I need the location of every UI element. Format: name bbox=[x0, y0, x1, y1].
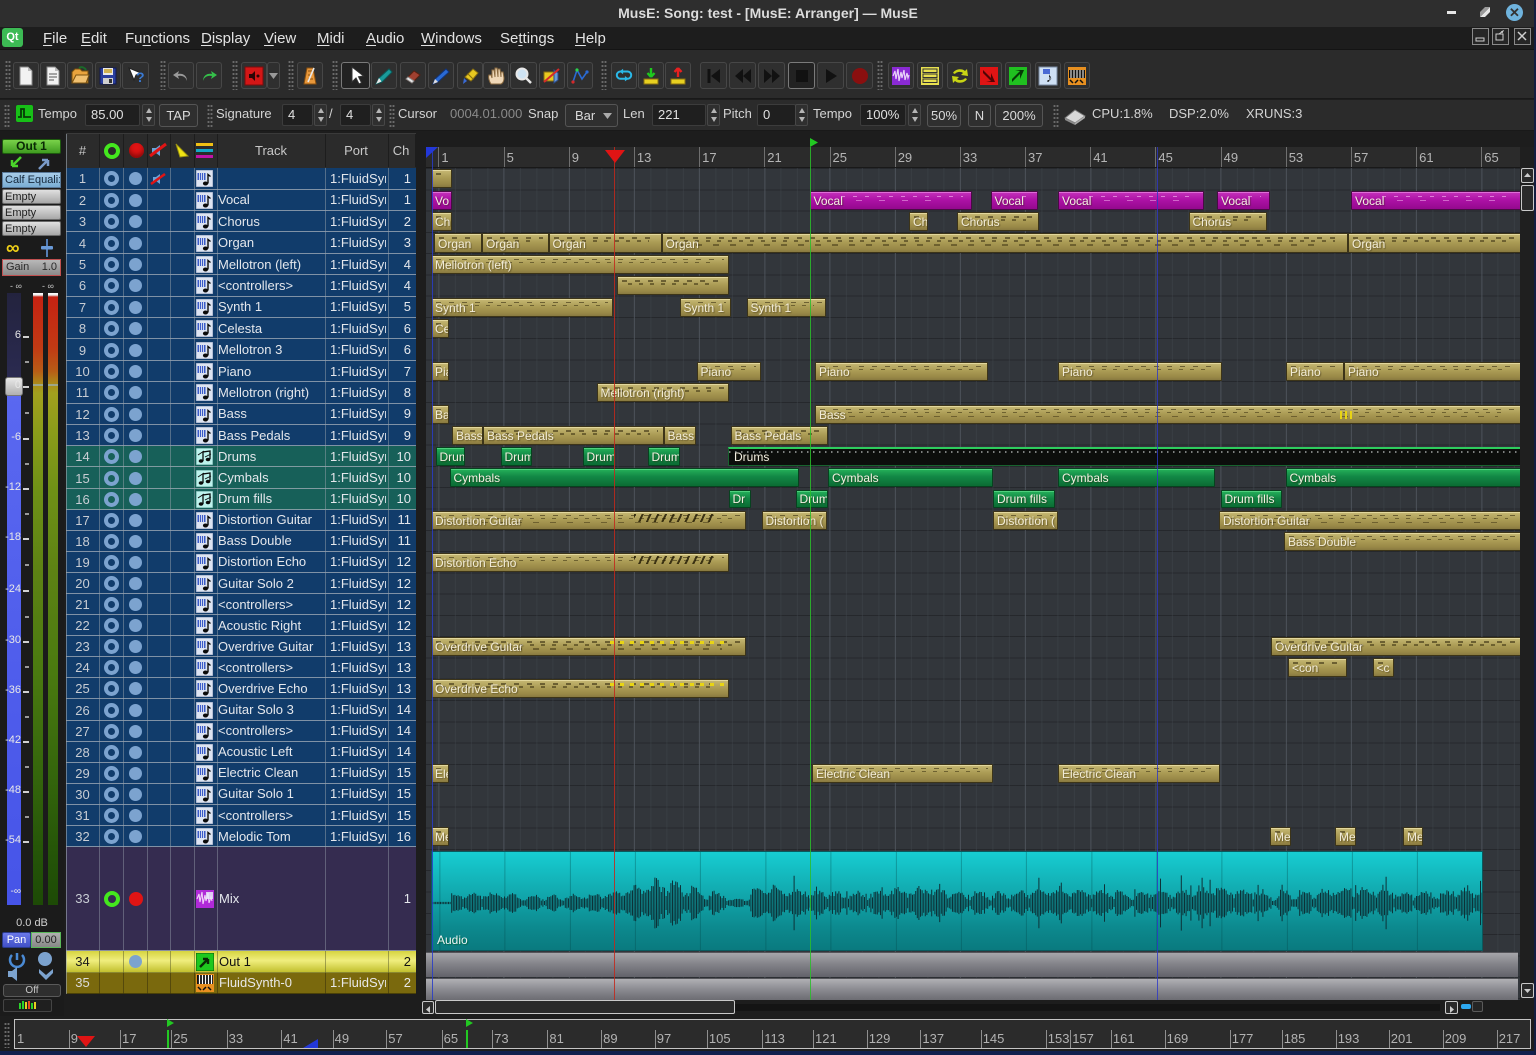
svg-text:♪: ♪ bbox=[1046, 70, 1053, 85]
svg-text:?: ? bbox=[136, 69, 145, 85]
